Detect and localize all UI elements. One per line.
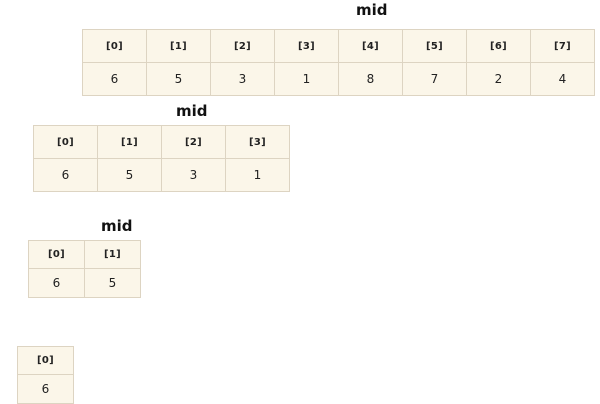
value-cell: 7 [402, 62, 467, 96]
value-cell: 6 [28, 268, 85, 298]
mid-label: mid [101, 217, 133, 235]
index-row: [0] [17, 346, 74, 375]
index-cell: [2] [210, 29, 275, 63]
array-level-0: [0] [1] [2] [3] [4] [5] [6] [7] 6 5 3 1 … [82, 29, 595, 96]
value-cell: 5 [146, 62, 211, 96]
value-cell: 6 [17, 374, 74, 404]
value-cell: 1 [225, 158, 290, 192]
array-level-3: [0] 6 [17, 346, 74, 404]
value-row: 6 5 3 1 [33, 158, 290, 192]
index-cell: [1] [97, 125, 162, 159]
value-cell: 6 [33, 158, 98, 192]
index-cell: [0] [82, 29, 147, 63]
index-cell: [1] [84, 240, 141, 269]
index-row: [0] [1] [2] [3] [33, 125, 290, 159]
value-cell: 2 [466, 62, 531, 96]
index-cell: [3] [225, 125, 290, 159]
value-row: 6 5 3 1 8 7 2 4 [82, 62, 595, 96]
value-cell: 8 [338, 62, 403, 96]
value-row: 6 5 [28, 268, 141, 298]
index-row: [0] [1] [2] [3] [4] [5] [6] [7] [82, 29, 595, 63]
index-cell: [0] [33, 125, 98, 159]
value-cell: 5 [97, 158, 162, 192]
index-cell: [6] [466, 29, 531, 63]
value-cell: 3 [161, 158, 226, 192]
value-cell: 3 [210, 62, 275, 96]
array-level-1: [0] [1] [2] [3] 6 5 3 1 [33, 125, 290, 192]
index-cell: [0] [17, 346, 74, 375]
value-row: 6 [17, 374, 74, 404]
mid-label: mid [176, 102, 208, 120]
value-cell: 1 [274, 62, 339, 96]
index-cell: [2] [161, 125, 226, 159]
index-cell: [4] [338, 29, 403, 63]
value-cell: 4 [530, 62, 595, 96]
index-cell: [3] [274, 29, 339, 63]
index-cell: [5] [402, 29, 467, 63]
index-cell: [7] [530, 29, 595, 63]
array-level-2: [0] [1] 6 5 [28, 240, 141, 298]
index-cell: [1] [146, 29, 211, 63]
mid-label: mid [356, 1, 388, 19]
value-cell: 5 [84, 268, 141, 298]
value-cell: 6 [82, 62, 147, 96]
index-row: [0] [1] [28, 240, 141, 269]
index-cell: [0] [28, 240, 85, 269]
